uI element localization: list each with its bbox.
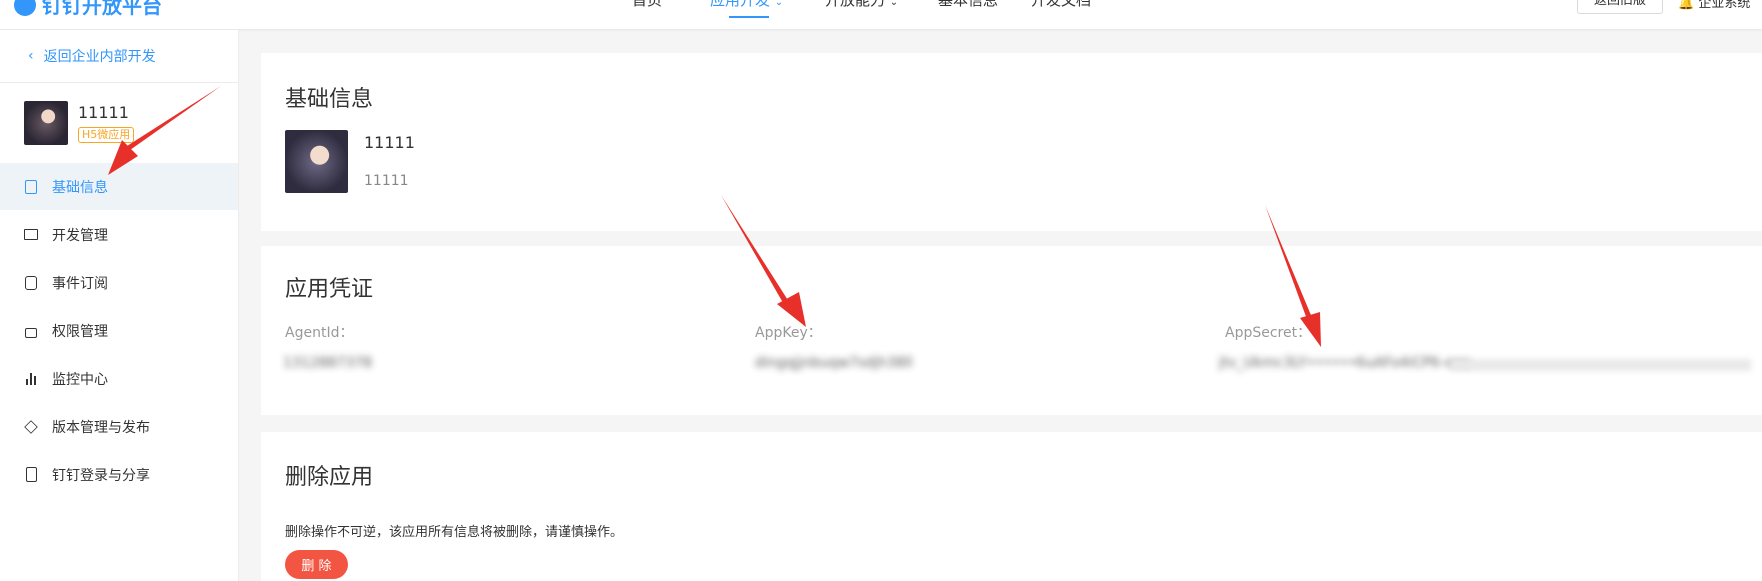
lock-icon [24,324,38,338]
sidebar-item-event-subscription[interactable]: 事件订阅 [0,259,238,306]
nav-basic-info[interactable]: 基本信息 [938,0,998,10]
document-icon [24,179,38,194]
return-old-version-button[interactable]: 返回旧版 [1577,0,1663,14]
app-icon-large [285,130,348,193]
chevron-left-icon: ‹ [28,48,34,64]
delete-app-button[interactable]: 删 除 [285,550,348,579]
appsecret-value[interactable]: jtv_Ukmc3LY••••••6uAFo4iCP6-ooo [1219,355,1471,371]
sidebar-item-label: 开发管理 [52,227,108,244]
bell-icon[interactable]: 🔔 [1678,0,1694,11]
back-to-internal-dev-link[interactable]: ‹ 返回企业内部开发 [28,46,156,66]
sidebar-item-label: 监控中心 [52,371,108,388]
nav-home[interactable]: 首页 [632,0,662,10]
credentials-title: 应用凭证 [285,277,374,302]
sidebar-item-permission[interactable]: 权限管理 [0,307,238,354]
chevron-down-icon: ⌄ [774,0,784,8]
sidebar-divider [0,82,239,83]
basic-info-title: 基础信息 [285,87,374,112]
sidebar-item-label: 版本管理与发布 [52,419,150,436]
back-link-label: 返回企业内部开发 [43,49,156,65]
top-nav: 首页 应用开发 ⌄ 开放能力 ⌄ 基本信息 开发文档 [0,0,1762,30]
sidebar-item-label: 钉钉登录与分享 [52,467,150,484]
sidebar-item-label: 权限管理 [52,323,108,340]
user-name: 企业系统 [1698,0,1751,11]
sidebar-item-monitoring[interactable]: 监控中心 [0,355,238,402]
top-navigation-bar: 钉钉开放平台 首页 应用开发 ⌄ 开放能力 ⌄ 基本信息 开发文档 返回旧版 🔔… [0,0,1762,30]
agentid-label: AgentId： [285,325,354,341]
sidebar-item-login-share[interactable]: 钉钉登录与分享 [0,451,238,498]
agentid-value[interactable]: 1312887378 [283,355,372,371]
app-avatar [24,101,68,145]
active-nav-underline [729,16,769,18]
sidebar-item-version-release[interactable]: 版本管理与发布 [0,403,238,450]
monitor-icon [24,228,38,242]
appsecret-redaction [1451,359,1751,371]
bar-chart-icon [24,372,38,386]
sidebar: ‹ 返回企业内部开发 11111 H5微应用 基础信息 开发管理 事件订阅 权限… [0,30,239,581]
nav-open-capability-label: 开放能力 [825,0,886,9]
basic-info-card: 基础信息 11111 11111 [261,53,1762,231]
app-credentials-card: 应用凭证 AgentId： 1312887378 AppKey： dingqjj… [261,246,1762,415]
nav-open-capability[interactable]: 开放能力 ⌄ [825,0,898,13]
app-type-badge: H5微应用 [78,127,135,143]
delete-warning-text: 删除操作不可逆，该应用所有信息将被删除，请谨慎操作。 [285,525,624,540]
sidebar-app-header: 11111 H5微应用 [24,101,135,145]
nav-dev-docs[interactable]: 开发文档 [1031,0,1091,10]
appkey-value[interactable]: dingqjjnbuqw7sdjh38ll [755,355,913,371]
user-menu[interactable]: 🔔 企业系统 [1678,0,1750,11]
phone-icon [24,467,38,482]
appkey-label: AppKey： [755,325,822,341]
layers-icon [24,419,38,434]
nav-app-dev-label: 应用开发 [710,0,771,9]
sidebar-item-label: 事件订阅 [52,275,108,292]
sidebar-app-name: 11111 [78,103,129,122]
sidebar-item-label: 基础信息 [52,179,108,196]
appsecret-label: AppSecret： [1225,325,1312,341]
subscription-icon [24,275,38,290]
chevron-down-icon: ⌄ [889,0,899,8]
app-description: 11111 [364,173,409,189]
nav-app-dev[interactable]: 应用开发 ⌄ [710,0,783,13]
app-name: 11111 [364,133,415,152]
sidebar-item-basic-info[interactable]: 基础信息 [0,163,238,210]
delete-app-card: 删除应用 删除操作不可逆，该应用所有信息将被删除，请谨慎操作。 删 除 [261,432,1762,581]
sidebar-item-dev-management[interactable]: 开发管理 [0,211,238,258]
delete-title: 删除应用 [285,465,374,490]
